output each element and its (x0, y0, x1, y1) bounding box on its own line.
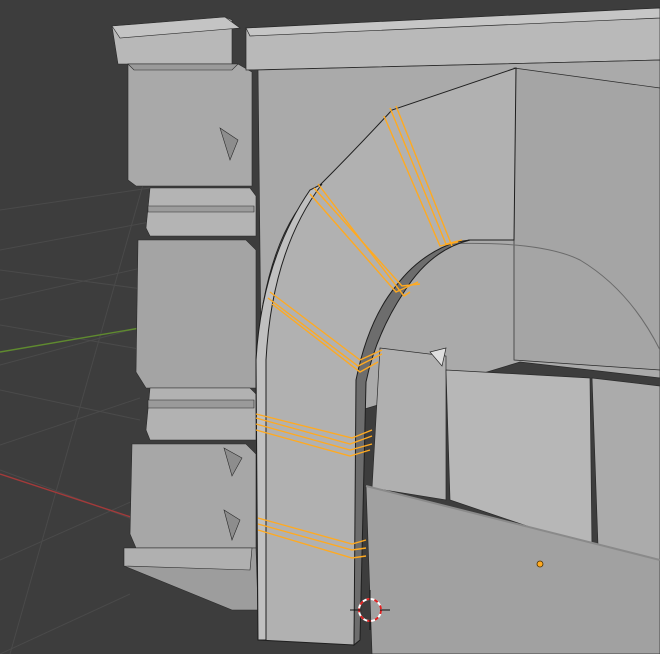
y-axis-line (0, 327, 141, 353)
viewport-canvas[interactable] (0, 0, 660, 654)
pillar[interactable] (111, 16, 259, 611)
floor-grid (0, 159, 151, 654)
object-origin-icon (536, 560, 544, 568)
3d-viewport[interactable] (0, 0, 660, 654)
x-axis-line (0, 473, 141, 521)
